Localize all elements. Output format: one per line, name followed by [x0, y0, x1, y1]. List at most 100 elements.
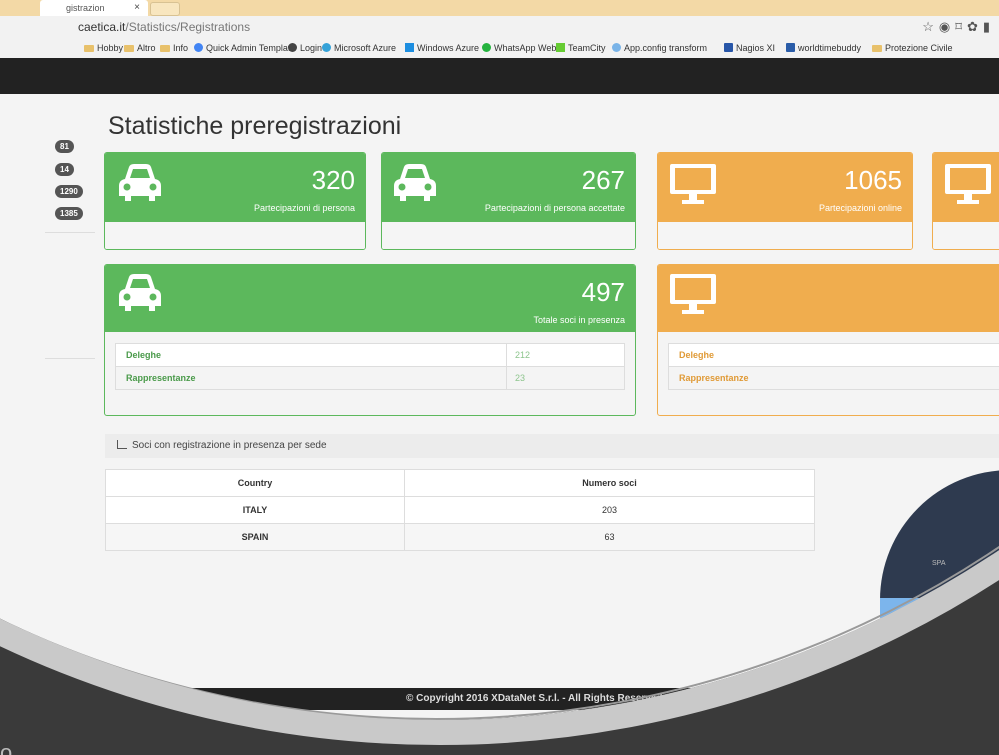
google-icon [194, 43, 203, 52]
total-presence-panel: 497 Totale soci in presenza Deleghe 212 … [104, 264, 636, 416]
nagios-icon [724, 43, 733, 52]
card-footer[interactable] [105, 222, 365, 249]
bookmark-windows-azure[interactable]: Windows Azure [405, 43, 479, 53]
browser-tab[interactable]: gistrazion × [40, 0, 148, 16]
address-bar[interactable]: caetica.it/Statistics/Registrations ☆◉⌑✿… [0, 16, 999, 39]
pie-slice [880, 598, 920, 618]
panel-header: 497 Totale soci in presenza [105, 265, 635, 332]
folder-icon [84, 45, 94, 52]
sidebar-badge: 1290 [55, 185, 83, 198]
tab-title: gistrazion [66, 3, 105, 13]
bookmark-info[interactable]: Info [160, 43, 188, 53]
panel-header [658, 265, 999, 332]
bookmark-label: Info [173, 43, 189, 53]
pie-chart [880, 470, 999, 720]
stat-card-in-person[interactable]: 320 Partecipazioni di persona [104, 152, 366, 250]
card-header: 1065 Partecipazioni online [658, 153, 912, 223]
column-header[interactable]: Numero soci [404, 469, 815, 497]
site-icon [786, 43, 795, 52]
bookmark-label: WhatsApp Web [494, 43, 557, 53]
folder-icon [160, 45, 170, 52]
bar-chart-icon [117, 440, 132, 451]
car-icon [394, 164, 436, 201]
url-host: caetica.it [78, 20, 126, 34]
folder-icon [872, 45, 882, 52]
card-footer[interactable] [658, 222, 912, 249]
bookmark-label: Login [300, 43, 323, 53]
stat-label: Totale soci in presenza [533, 315, 625, 325]
bookmark-label: Quick Admin Templat [206, 43, 291, 53]
car-icon [119, 164, 161, 201]
bookmark-quick-admin[interactable]: Quick Admin Templat [194, 43, 290, 53]
browser-toolbar-icons[interactable]: ☆◉⌑✿▮ [922, 19, 995, 35]
bookmark-label: Nagios XI [736, 43, 776, 53]
stat-card-in-person-accepted[interactable]: 267 Partecipazioni di persona accettate [381, 152, 636, 250]
stat-label: Partecipazioni di persona [253, 203, 355, 213]
stat-card-online-accepted[interactable] [932, 152, 999, 250]
browser-window: gistrazion × caetica.it/Statistics/Regis… [0, 0, 999, 720]
sidebar-badge: 81 [55, 140, 74, 153]
count-cell: 63 [404, 523, 815, 551]
car-icon [119, 274, 161, 311]
bookmark-teamcity[interactable]: TeamCity [556, 43, 606, 53]
bookmarks-bar: Hobby Altro Info Quick Admin Templat Log… [0, 38, 999, 59]
table-row: Rappresentanze 23 [116, 367, 624, 389]
table-row: Deleghe 212 [116, 344, 624, 367]
row-value: 23 [506, 367, 525, 389]
teamcity-icon [556, 43, 565, 52]
table-row: ITALY 203 [105, 496, 815, 524]
bookmark-label: Microsoft Azure [334, 43, 397, 53]
sidebar-badge: 1385 [55, 207, 83, 220]
stat-label: Partecipazioni di persona accettate [484, 203, 625, 213]
section-title: Soci con registrazione in presenza per s… [132, 440, 327, 451]
pie-slice-label: SPA [932, 560, 946, 567]
section-header: Soci con registrazione in presenza per s… [105, 434, 999, 458]
corner-glyph: o [0, 740, 13, 755]
sidebar-divider [45, 358, 95, 359]
stat-label: Partecipazioni online [818, 203, 902, 213]
url-path: /Statistics/Registrations [125, 20, 251, 34]
url-text[interactable]: caetica.it/Statistics/Registrations [78, 20, 250, 34]
folder-icon [124, 45, 134, 52]
row-key: Rappresentanze [126, 373, 196, 383]
sidebar-divider [45, 232, 95, 233]
stat-value: 497 [581, 277, 625, 307]
tab-close-icon[interactable]: × [134, 0, 140, 16]
monitor-icon [670, 274, 716, 314]
card-header [933, 153, 999, 223]
top-navbar [0, 58, 999, 94]
azure-icon [322, 43, 331, 52]
bookmark-protezione-civile[interactable]: Protezione Civile [872, 43, 953, 53]
bookmark-label: worldtimebuddy [798, 43, 862, 53]
site-icon [612, 43, 621, 52]
card-footer[interactable] [382, 222, 635, 249]
monitor-icon [945, 164, 991, 204]
row-key: Deleghe [679, 350, 715, 360]
bookmark-altro[interactable]: Altro [124, 43, 156, 53]
bookmark-login[interactable]: Login [288, 43, 322, 53]
page-title: Statistiche preregistrazioni [108, 112, 402, 140]
bookmark-worldtimebuddy[interactable]: worldtimebuddy [786, 43, 861, 53]
bookmark-app-config[interactable]: App.config transform [612, 43, 707, 53]
card-footer[interactable] [933, 222, 999, 249]
stat-value: 320 [311, 165, 355, 195]
table-row: Rappresentanze [669, 367, 999, 389]
stat-card-online[interactable]: 1065 Partecipazioni online [657, 152, 913, 250]
sidebar-badge: 14 [55, 163, 74, 176]
whatsapp-icon [482, 43, 491, 52]
new-tab-button[interactable] [150, 2, 180, 16]
row-value: 212 [506, 344, 530, 366]
column-header[interactable]: Country [105, 469, 405, 497]
bookmark-hobby[interactable]: Hobby [84, 43, 123, 53]
table-row: SPAIN 63 [105, 523, 815, 551]
card-header: 267 Partecipazioni di persona accettate [382, 153, 635, 223]
row-key: Rappresentanze [679, 373, 749, 383]
bookmark-label: Hobby [97, 43, 124, 53]
bookmark-label: App.config transform [624, 43, 708, 53]
bookmark-whatsapp[interactable]: WhatsApp Web [482, 43, 556, 53]
country-table: Country Numero soci ITALY 203 SPAIN 63 [105, 469, 815, 551]
country-cell: ITALY [105, 496, 405, 524]
stat-value: 1065 [844, 165, 902, 195]
bookmark-microsoft-azure[interactable]: Microsoft Azure [322, 43, 396, 53]
bookmark-nagios[interactable]: Nagios XI [724, 43, 775, 53]
